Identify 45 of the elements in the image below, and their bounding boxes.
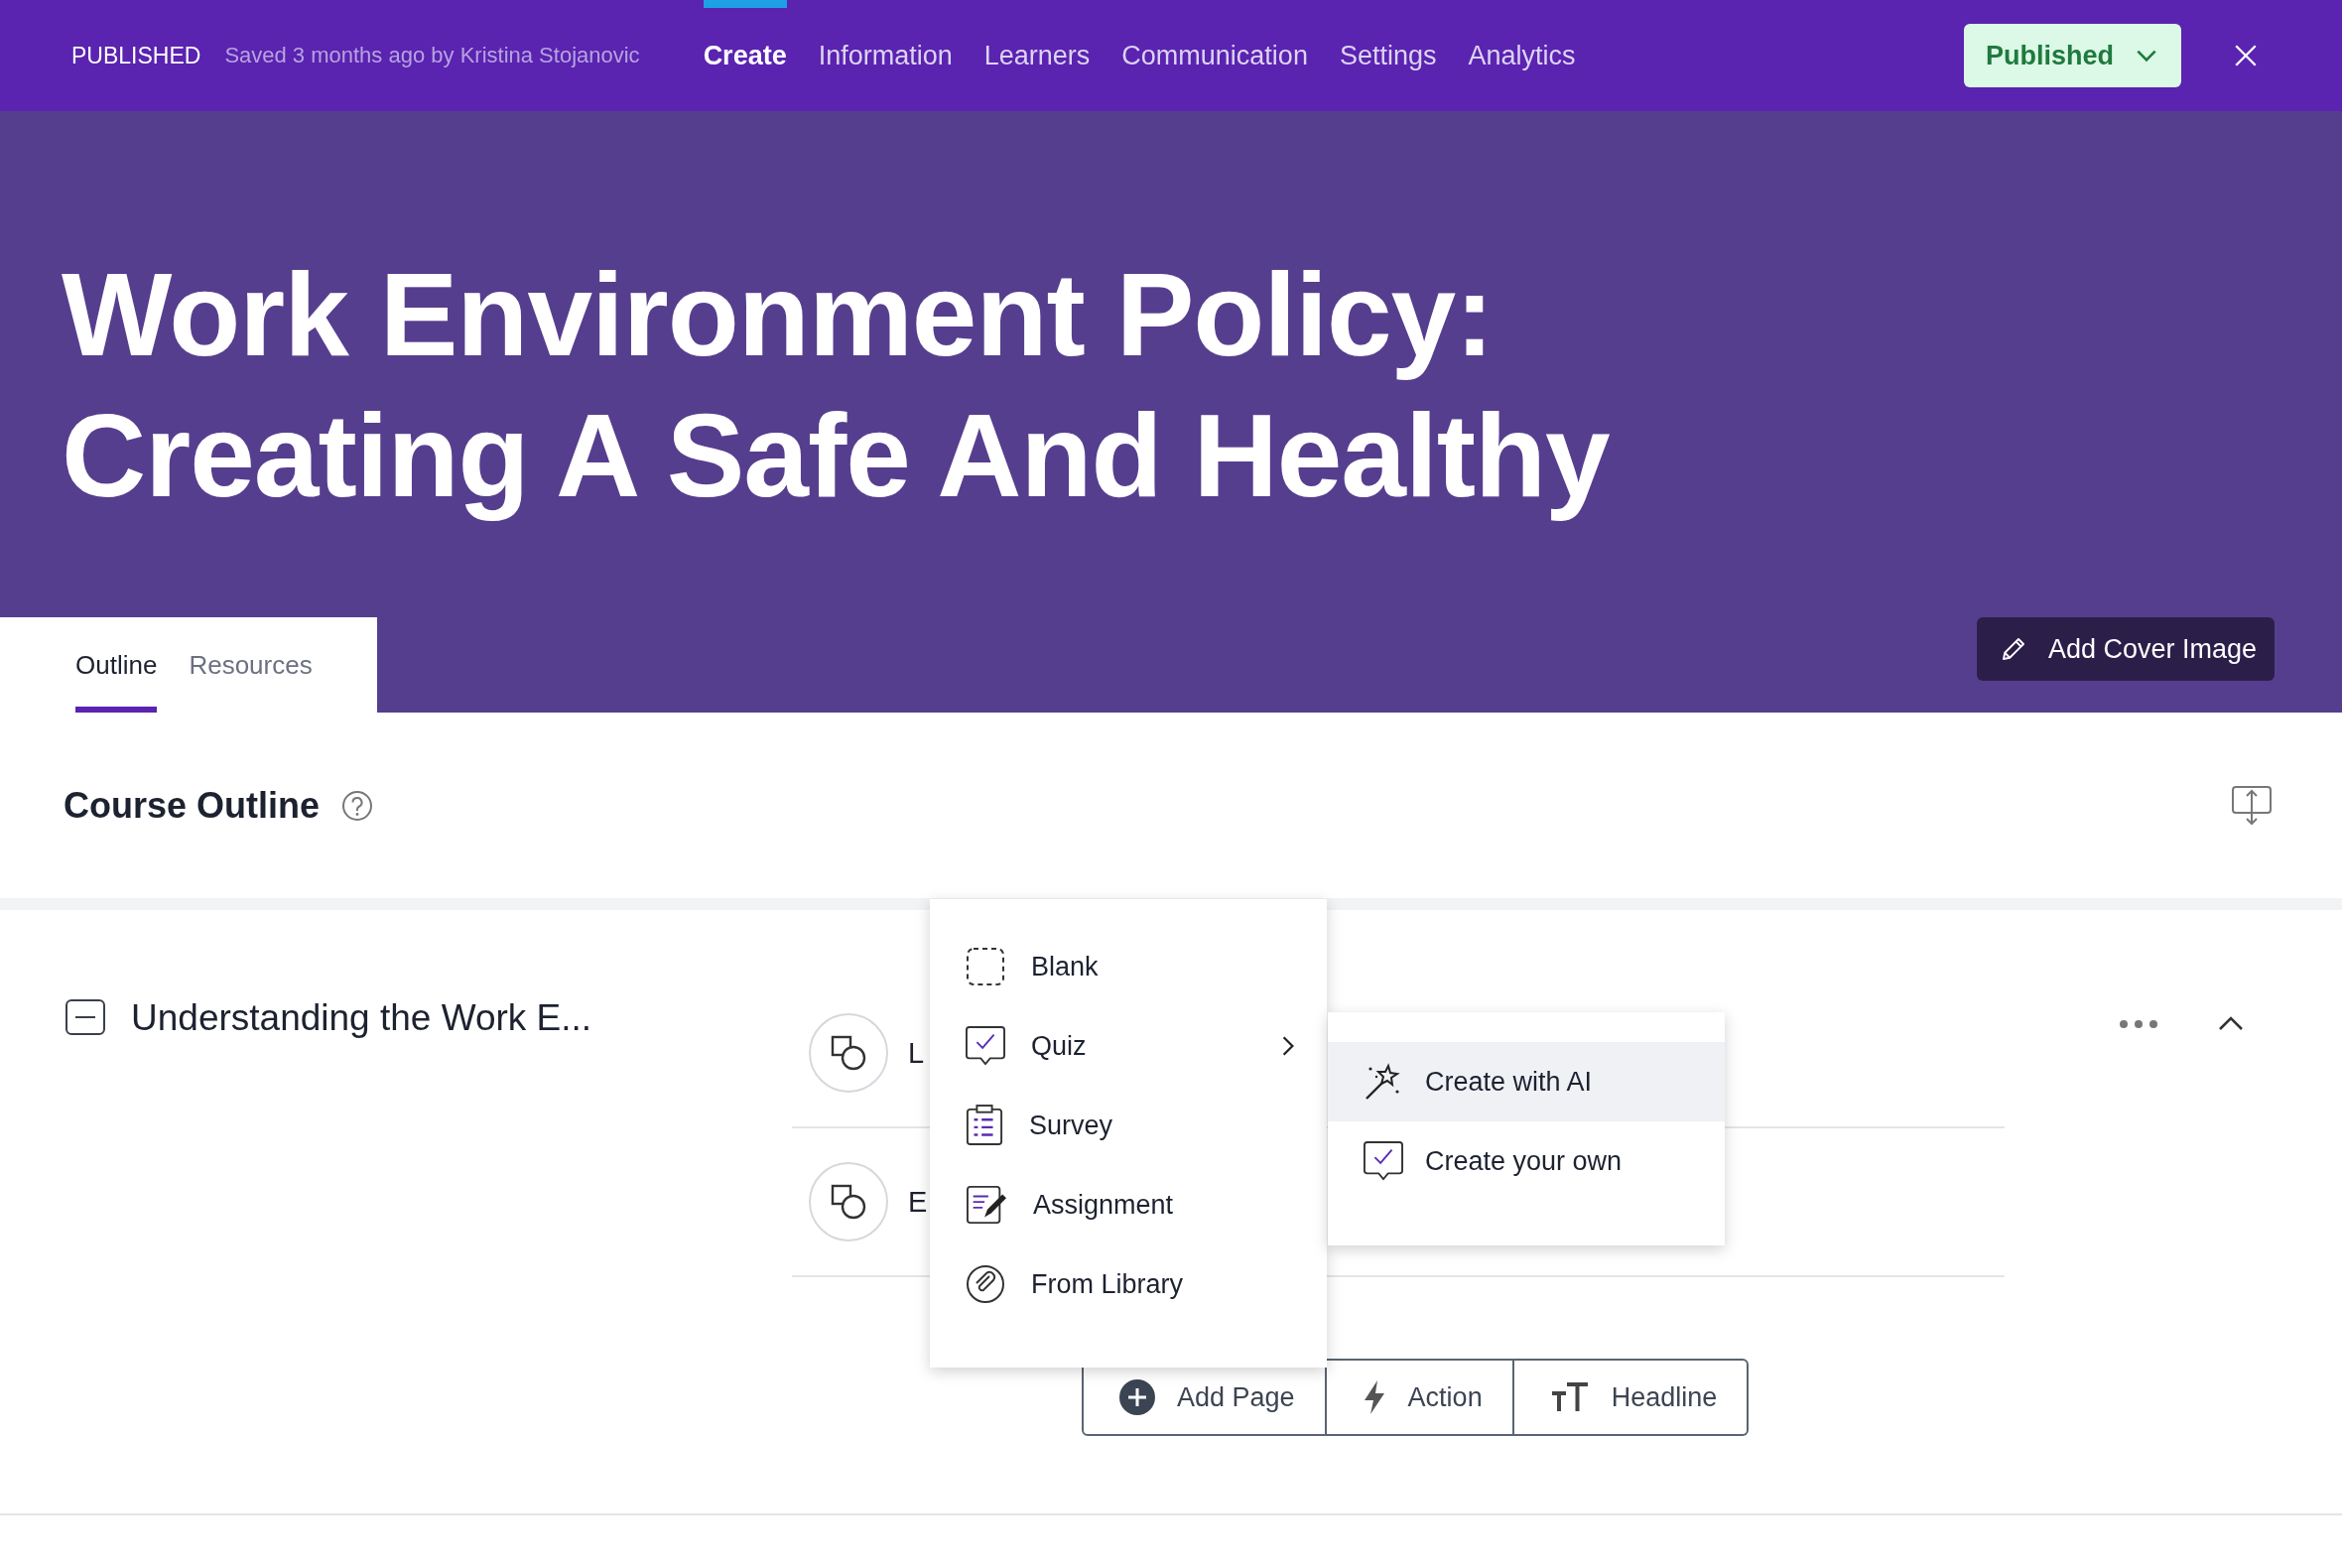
collapse-icon[interactable] [65,999,105,1035]
menu-item[interactable]: Create your own [1328,1121,1725,1201]
tab[interactable]: Outline [75,617,158,713]
nav-tab[interactable]: Communication [1121,0,1308,111]
text-size-icon [1549,1381,1590,1413]
action-button[interactable]: Action [1326,1359,1514,1436]
checkmark-bubble-icon [1364,1140,1403,1182]
menu-item[interactable]: Create with AI [1328,1042,1725,1121]
nav-tab[interactable]: Information [818,0,953,111]
help-icon[interactable] [341,789,374,822]
saved-note: Saved 3 months ago by Kristina Stojanovic [224,43,640,68]
course-title: Work Environment Policy: [62,248,1495,382]
publish-status-button[interactable]: Published [1964,24,2181,87]
headline-button[interactable]: Headline [1513,1359,1750,1436]
chevron-right-icon [1281,1034,1295,1058]
page-title[interactable]: E [908,1185,928,1219]
nav-tab[interactable]: Analytics [1468,0,1576,111]
chevron-up-icon[interactable] [2218,1015,2244,1031]
status-label: PUBLISHED [71,42,201,69]
lightning-icon [1362,1379,1386,1415]
paperclip-circle-icon [966,1264,1005,1304]
close-icon[interactable] [2233,43,2259,68]
nav-tab[interactable]: Learners [983,0,1091,111]
tab[interactable]: Resources [189,617,313,713]
dashed-square-icon [966,947,1005,986]
page-icon [809,1162,888,1241]
page-icon [809,1013,888,1093]
menu-item[interactable]: Survey [930,1086,1327,1165]
menu-item[interactable]: Quiz [930,1006,1327,1086]
magic-wand-icon [1364,1062,1403,1102]
document-pencil-icon [966,1185,1007,1225]
menu-item[interactable]: Blank [930,927,1327,1006]
course-title: Creating A Safe And Healthy [62,389,1611,523]
menu-item[interactable]: From Library [930,1244,1327,1324]
expand-collapse-icon[interactable] [2231,784,2273,827]
clipboard-list-icon [966,1105,1003,1146]
page-title[interactable]: L [908,1036,925,1070]
plus-circle-icon [1119,1379,1155,1415]
checkmark-bubble-icon [966,1025,1005,1067]
section-title[interactable]: Understanding the Work E... [131,997,592,1039]
section-heading: Course Outline [64,784,321,827]
more-options-icon[interactable] [2119,1019,2158,1029]
add-cover-image-button[interactable]: Add Cover Image [1976,617,2275,681]
menu-item[interactable]: Assignment [930,1165,1327,1244]
nav-tab[interactable]: Settings [1339,0,1437,111]
